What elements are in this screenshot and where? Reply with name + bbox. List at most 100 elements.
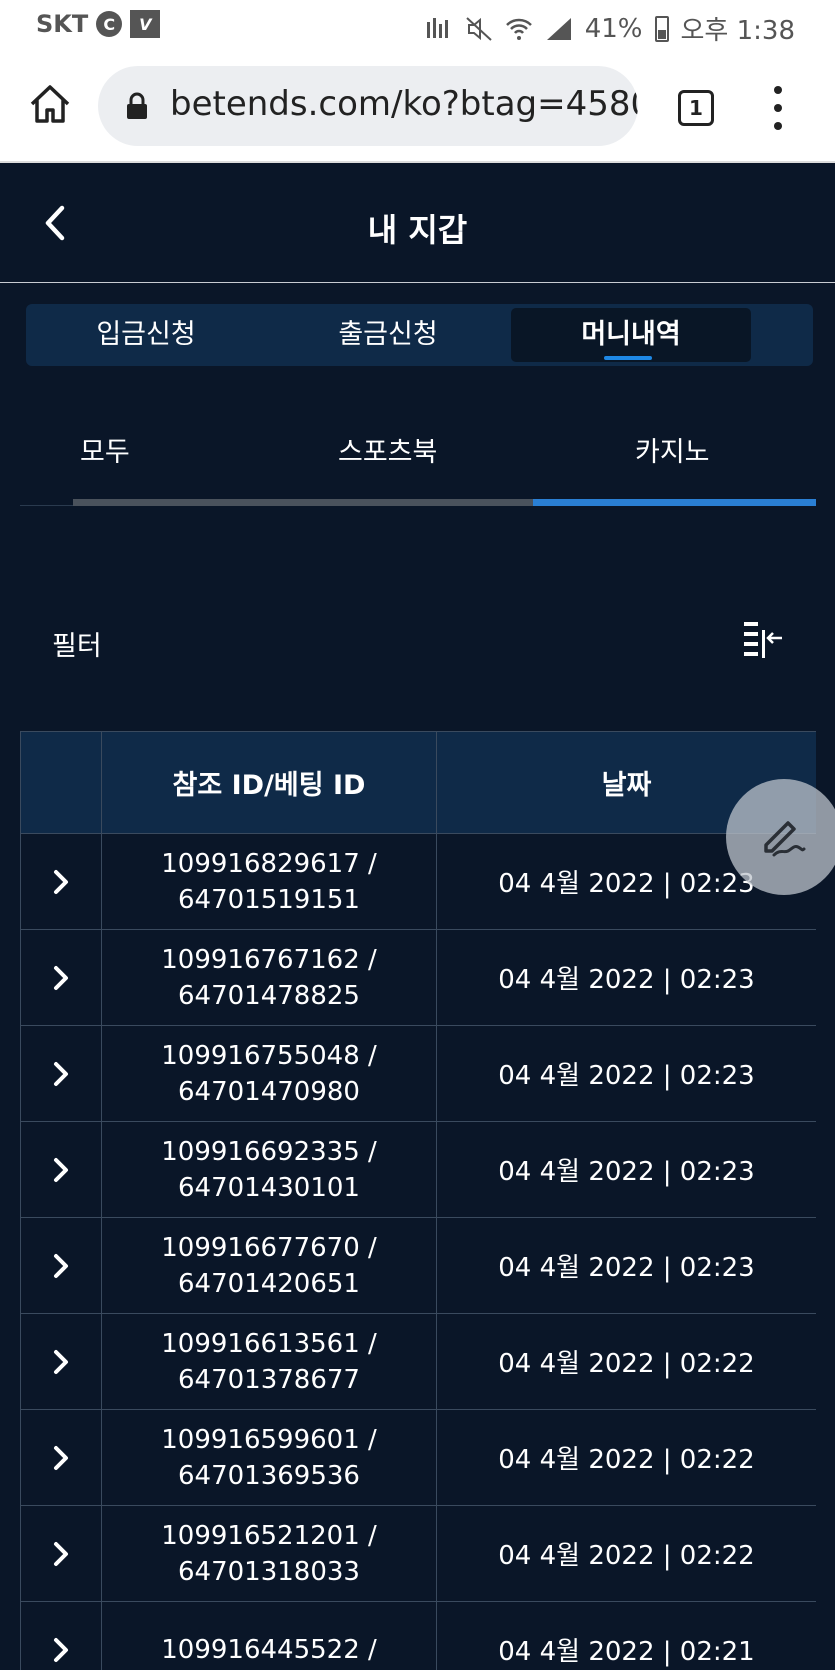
clock: 오후 1:38 (680, 16, 796, 46)
home-icon[interactable] (28, 82, 72, 126)
row-expand-cell[interactable] (20, 1505, 102, 1602)
mute-icon (466, 16, 492, 41)
row-expand-cell[interactable] (20, 1313, 102, 1410)
tab-money-history-label: 머니내역 (581, 319, 681, 350)
edit-pen-icon (764, 821, 806, 857)
ref-bet-id-cell: 109916829617 / 64701519151 (101, 833, 437, 930)
active-tab-indicator (604, 356, 652, 360)
bet-id: 64701369536 (178, 1460, 360, 1491)
subtab-active-indicator (533, 499, 816, 506)
table-row[interactable]: 109916755048 / 64701470980 04 4월 2022 | 02… (20, 1025, 816, 1122)
ref-id: 109916521201 / (161, 1520, 377, 1551)
subtab-casino[interactable]: 카지노 (635, 430, 710, 469)
date-cell: 04 4월 2022 | 02:23 (436, 1217, 816, 1314)
ref-id: 109916767162 / (161, 944, 377, 975)
carrier-badge-icon: C (96, 11, 123, 37)
ref-id: 109916677670 / (161, 1232, 377, 1263)
date-cell: 04 4월 2022 | 02:23 (436, 1121, 816, 1218)
ref-id: 109916445522 / (161, 1634, 377, 1665)
status-left: SKT C V (36, 10, 161, 38)
page-header: 내 지갑 (0, 165, 835, 283)
wifi-icon (505, 18, 532, 40)
date-cell: 04 4월 2022 | 02:23 (436, 1025, 816, 1122)
table-row[interactable]: 109916445522 / 04 4월 2022 | 02:21 (20, 1601, 816, 1670)
row-expand-cell[interactable] (20, 1409, 102, 1506)
date-cell: 04 4월 2022 | 02:22 (436, 1409, 816, 1506)
main-tabs: 입금신청 출금신청 머니내역 (26, 304, 813, 366)
tab-withdraw[interactable]: 출금신청 (268, 308, 508, 362)
tab-count: 1 (689, 96, 703, 120)
ref-id: 109916613561 / (161, 1328, 377, 1359)
bet-id: 64701519151 (178, 884, 360, 915)
col-header-ref-id: 참조 ID/베팅 ID (101, 731, 437, 834)
table-row[interactable]: 109916521201 / 64701318033 04 4월 2022 | 02… (20, 1505, 816, 1602)
bet-id: 64701478825 (178, 980, 360, 1011)
table-row[interactable]: 109916829617 /64701519151 04 4월 2022 | 02… (20, 833, 816, 930)
chevron-right-icon[interactable] (51, 1443, 71, 1473)
table-row[interactable]: 109916692335 / 64701430101 04 4월 2022 | 02… (20, 1121, 816, 1218)
tabs-icon[interactable]: 1 (678, 90, 714, 126)
tab-money-history[interactable]: 머니내역 (511, 308, 751, 362)
table-row[interactable]: 109916677670 / 64701420651 04 4월 2022 | 02… (20, 1217, 816, 1314)
subtab-sportsbook[interactable]: 스포츠북 (338, 430, 437, 469)
status-right: 41% 오후 1:38 (425, 10, 795, 47)
row-expand-cell[interactable] (20, 1121, 102, 1218)
ref-bet-id-cell: 109916692335 / 64701430101 (101, 1121, 437, 1218)
filter-label[interactable]: 필터 (52, 624, 102, 663)
row-expand-cell[interactable] (20, 833, 102, 930)
ref-bet-id-cell: 109916755048 / 64701470980 (101, 1025, 437, 1122)
cell-signal-icon (546, 17, 571, 40)
ref-bet-id-cell: 109916599601 / 64701369536 (101, 1409, 437, 1506)
chevron-right-icon[interactable] (51, 1347, 71, 1377)
ref-id: 109916755048 / (161, 1040, 377, 1071)
ref-bet-id-cell: 109916521201 / 64701318033 (101, 1505, 437, 1602)
carrier-label: SKT (36, 10, 89, 38)
status-bar: SKT C V 41% 오후 1:38 (0, 0, 835, 50)
date-cell: 04 4월 2022 | 02:22 (436, 1505, 816, 1602)
battery-percent: 41% (584, 13, 643, 44)
chevron-right-icon[interactable] (51, 867, 71, 897)
date-cell: 04 4월 2022 | 02:22 (436, 1313, 816, 1410)
col-header-expand (20, 731, 102, 834)
tab-deposit[interactable]: 입금신청 (26, 308, 266, 362)
battery-icon (654, 15, 669, 42)
bet-id: 64701470980 (178, 1076, 360, 1107)
bet-id: 64701430101 (178, 1172, 360, 1203)
chevron-right-icon[interactable] (51, 1635, 71, 1665)
date-cell: 04 4월 2022 | 02:21 (436, 1601, 816, 1670)
browser-toolbar: betends.com/ko?btag=4580 1 (0, 50, 835, 163)
filter-collapse-icon[interactable] (742, 620, 786, 660)
chevron-right-icon[interactable] (51, 1539, 71, 1569)
table-row[interactable]: 109916599601 / 64701369536 04 4월 2022 | 02… (20, 1409, 816, 1506)
table-row[interactable]: 109916767162 / 64701478825 04 4월 2022 | 02… (20, 929, 816, 1026)
ref-bet-id-cell: 109916767162 / 64701478825 (101, 929, 437, 1026)
lock-icon (127, 92, 147, 119)
bet-id: 64701318033 (178, 1556, 360, 1587)
row-expand-cell[interactable] (20, 929, 102, 1026)
url-text[interactable]: betends.com/ko?btag=4580 (170, 84, 638, 124)
bet-id: 64701420651 (178, 1268, 360, 1299)
edit-fab-button[interactable] (726, 779, 835, 895)
table-row[interactable]: 109916613561 / 64701378677 04 4월 2022 | 02… (20, 1313, 816, 1410)
history-table: 참조 ID/베팅 ID 날짜 109916829617 / 64701519151… (20, 731, 816, 1670)
chevron-right-icon[interactable] (51, 1059, 71, 1089)
ref-id: 109916692335 / (161, 1136, 377, 1167)
subtab-all[interactable]: 모두 (80, 430, 130, 469)
row-expand-cell[interactable] (20, 1601, 102, 1670)
bet-id: 64701378677 (178, 1364, 360, 1395)
app-badge-icon: V (130, 10, 161, 38)
row-expand-cell[interactable] (20, 1025, 102, 1122)
ref-bet-id-cell: 109916677670 / 64701420651 (101, 1217, 437, 1314)
date-cell: 04 4월 2022 | 02:23 (436, 929, 816, 1026)
url-bar[interactable]: betends.com/ko?btag=4580 (98, 66, 638, 146)
chevron-right-icon[interactable] (51, 1251, 71, 1281)
table-header-row: 참조 ID/베팅 ID 날짜 (20, 731, 816, 834)
chevron-right-icon[interactable] (51, 1155, 71, 1185)
ref-bet-id-cell: 109916613561 / 64701378677 (101, 1313, 437, 1410)
hd-signal-icon (426, 17, 448, 38)
subtab-track-inactive (73, 499, 533, 506)
ref-id: 109916599601 / (161, 1424, 377, 1455)
chevron-right-icon[interactable] (51, 963, 71, 993)
row-expand-cell[interactable] (20, 1217, 102, 1314)
more-vert-icon[interactable] (768, 86, 788, 130)
